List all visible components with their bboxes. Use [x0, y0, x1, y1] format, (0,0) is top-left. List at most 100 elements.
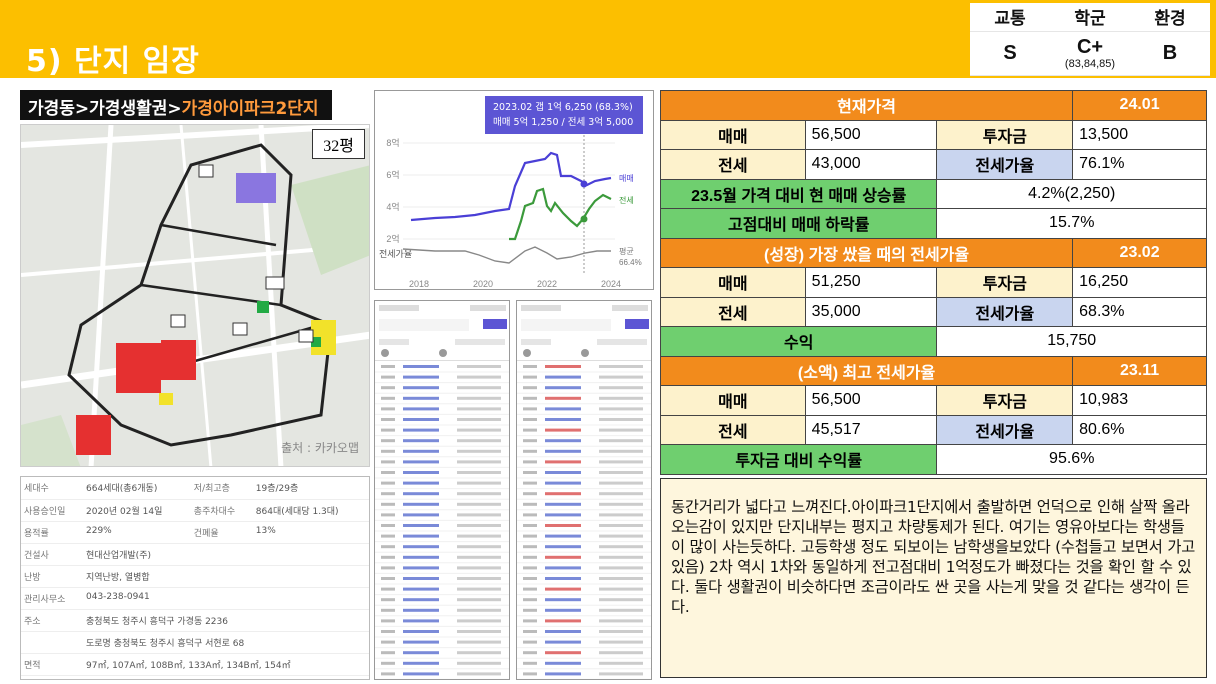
row-price-stub — [545, 640, 581, 644]
thumbnail-header-graphic — [521, 305, 649, 357]
row-date-stub — [381, 513, 395, 517]
peak-sale: 51,250 — [804, 267, 938, 298]
grade-value: B — [1130, 31, 1210, 76]
row-price-stub — [403, 386, 439, 390]
row-detail-stub — [457, 566, 501, 570]
row-detail-stub — [599, 608, 643, 612]
row-price-stub — [545, 460, 581, 464]
info-value: 664세대(총6개동) — [83, 477, 191, 500]
sale-cursor-point — [580, 180, 588, 188]
price-analysis-table: 현재가격 24.01 매매 56,500 투자금 13,500 전세 43,00… — [659, 90, 1207, 475]
row-detail-stub — [599, 545, 643, 549]
row-price-stub — [545, 619, 581, 623]
invest-label: 투자금 — [936, 119, 1074, 150]
row-price-stub — [403, 524, 439, 527]
row-detail-stub — [457, 619, 501, 623]
row-detail-stub — [457, 672, 501, 676]
row-price-stub — [545, 524, 581, 527]
row-date-stub — [523, 598, 537, 602]
row-price-stub — [545, 396, 581, 400]
row-date-stub — [381, 640, 395, 644]
row-price-stub — [403, 566, 439, 570]
row-date-stub — [381, 577, 395, 580]
header-bar: 5) 단지 임장 교통 학군 환경 S C+ (83,84,85) B — [0, 0, 1216, 79]
ratio-label: 전세가율 — [936, 149, 1074, 180]
row-date-stub — [523, 396, 537, 400]
row-date-stub — [381, 365, 395, 368]
row-date-stub — [523, 502, 537, 506]
row-price-stub — [403, 396, 439, 400]
y-tick-label: 6억 — [386, 169, 399, 180]
row-price-stub — [403, 428, 439, 432]
row-date-stub — [523, 577, 537, 580]
price-chart[interactable]: 8억 6억 4억 2억 2018 2020 2022 2024 전세가율 매매 전세 평균 66.4% … — [374, 90, 654, 290]
row-price-stub — [403, 407, 439, 411]
row-price-stub — [545, 481, 581, 485]
return-value: 95.6% — [936, 444, 1207, 475]
row-date-stub — [523, 640, 537, 644]
low-sale: 56,500 — [804, 385, 938, 416]
lease-label: 전세 — [660, 149, 806, 180]
row-date-stub — [523, 545, 537, 549]
row-detail-stub — [457, 386, 501, 390]
row-date-stub — [523, 375, 537, 379]
info-key: 건폐율 — [190, 521, 253, 544]
low-ratio: 80.6% — [1072, 414, 1207, 445]
info-row: 도로명 충청북도 청주시 흥덕구 서현로 68 — [21, 631, 369, 654]
row-detail-stub — [599, 407, 643, 411]
row-price-stub — [403, 439, 439, 443]
info-key: 관리사무소 — [21, 587, 83, 610]
row-price-stub — [403, 492, 439, 496]
return-label: 투자금 대비 수익률 — [659, 444, 938, 475]
row-detail-stub — [599, 513, 643, 517]
grade-label: 교통 — [970, 3, 1050, 32]
ratio-series-line — [402, 246, 611, 264]
row-price-stub — [403, 513, 439, 517]
row-price-stub — [403, 640, 439, 644]
row-price-stub — [403, 598, 439, 602]
peak-lease: 35,000 — [804, 296, 938, 327]
row-date-stub — [381, 460, 395, 464]
row-detail-stub — [457, 545, 501, 549]
thumbnail-rows-graphic — [375, 365, 509, 679]
row-detail-stub — [599, 365, 643, 368]
row-detail-stub — [599, 630, 643, 633]
row-price-stub — [403, 418, 439, 421]
info-value: 현대산업개발(주) — [83, 543, 369, 566]
row-price-stub — [545, 513, 581, 517]
lease-label: 전세 — [660, 414, 806, 445]
row-date-stub — [381, 492, 395, 496]
field-notes-comment: 동간거리가 넓다고 느껴진다.아이파크1단지에서 출발하면 언덕으로 인해 살짝… — [660, 478, 1207, 678]
info-value: 2020년 02월 14일 — [83, 499, 191, 522]
row-price-stub — [403, 587, 439, 591]
sale-label: 매매 — [660, 119, 806, 150]
x-tick-label: 2024 — [601, 279, 621, 289]
row-date-stub — [523, 439, 537, 443]
row-date-stub — [381, 545, 395, 549]
complex-map[interactable]: 32평 출처 : 카카오맵 — [20, 124, 370, 467]
lease-label: 전세 — [660, 296, 806, 327]
row-detail-stub — [599, 577, 643, 580]
row-price-stub — [403, 672, 439, 676]
peak-date: 23.02 — [1072, 237, 1207, 268]
row-price-stub — [545, 471, 581, 474]
profit-label: 수익 — [659, 326, 938, 357]
row-detail-stub — [599, 471, 643, 474]
x-tick-label: 2020 — [473, 279, 493, 289]
row-price-stub — [545, 555, 581, 559]
current-lease: 43,000 — [804, 149, 938, 180]
breadcrumb: 가경동>가경생활권>가경아이파크2단지 — [20, 90, 332, 120]
row-detail-stub — [599, 587, 643, 591]
row-date-stub — [381, 396, 395, 400]
row-price-stub — [545, 630, 581, 633]
row-date-stub — [523, 672, 537, 676]
row-detail-stub — [457, 449, 501, 453]
info-value: 864대(세대당 1.3대) — [252, 499, 369, 522]
row-date-stub — [523, 630, 537, 633]
row-detail-stub — [599, 418, 643, 421]
breadcrumb-path: 가경동>가경생활권> — [28, 99, 182, 119]
row-detail-stub — [457, 460, 501, 464]
row-price-stub — [403, 608, 439, 612]
row-date-stub — [381, 608, 395, 612]
row-price-stub — [403, 619, 439, 623]
